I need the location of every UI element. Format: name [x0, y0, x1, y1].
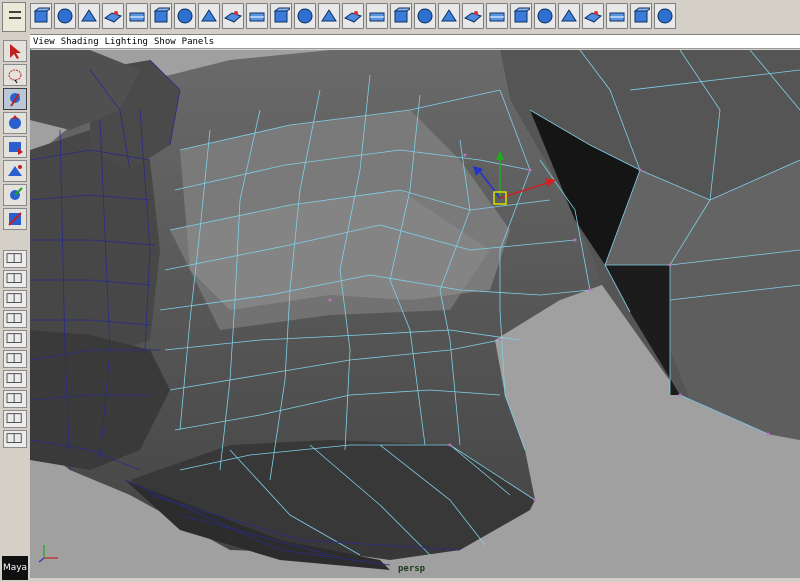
- scale-tool-icon[interactable]: [3, 160, 27, 182]
- menu-show[interactable]: Show: [154, 35, 176, 48]
- single-pane-layout-icon[interactable]: [3, 250, 27, 268]
- perspective-viewport[interactable]: persp: [30, 50, 800, 580]
- extrude-face-icon[interactable]: [270, 3, 292, 29]
- checker-map-icon[interactable]: [582, 3, 604, 29]
- separate-icon[interactable]: [198, 3, 220, 29]
- shelf-toolbar: [0, 0, 800, 35]
- bevel-icon[interactable]: [390, 3, 412, 29]
- menu-panels[interactable]: Panels: [182, 35, 215, 48]
- four-pane-layout-icon[interactable]: [3, 270, 27, 288]
- fill-hole-icon[interactable]: [534, 3, 556, 29]
- paint-select-tool-icon[interactable]: [3, 88, 27, 110]
- cut-faces-icon[interactable]: [342, 3, 364, 29]
- script-editor-icon[interactable]: [3, 310, 27, 328]
- extrude-edge-icon[interactable]: [294, 3, 316, 29]
- hypershade-layout-icon[interactable]: [3, 370, 27, 388]
- boolean-icon[interactable]: [222, 3, 244, 29]
- menu-view[interactable]: View: [33, 35, 55, 48]
- shelf-tab-grip[interactable]: [2, 2, 26, 32]
- merge-icon[interactable]: [438, 3, 460, 29]
- rotate-tool-icon[interactable]: [3, 136, 27, 158]
- mirror-icon[interactable]: [558, 3, 580, 29]
- manipulator-tool-icon[interactable]: [3, 184, 27, 206]
- axis-indicator-icon: [38, 545, 58, 563]
- polygon-cylinder-icon[interactable]: [78, 3, 100, 29]
- uv-checker-icon[interactable]: [630, 3, 652, 29]
- camera-label: persp: [398, 564, 426, 574]
- polygon-plane-icon[interactable]: [126, 3, 148, 29]
- combine-icon[interactable]: [174, 3, 196, 29]
- uv-layout-icon[interactable]: [654, 3, 676, 29]
- expand-toolbox-icon[interactable]: [3, 430, 27, 448]
- append-polygon-icon[interactable]: [486, 3, 508, 29]
- menu-shading[interactable]: Shading: [61, 35, 99, 48]
- polygon-cone-icon[interactable]: [102, 3, 124, 29]
- move-tool-icon[interactable]: [3, 112, 27, 134]
- checker-map-alt-icon[interactable]: [606, 3, 628, 29]
- split-polygon-icon[interactable]: [318, 3, 340, 29]
- persp-graph-layout-icon[interactable]: [3, 390, 27, 408]
- last-tool-icon[interactable]: [3, 208, 27, 230]
- render-view-layout-icon[interactable]: [3, 410, 27, 428]
- menu-lighting[interactable]: Lighting: [105, 35, 148, 48]
- bridge-icon[interactable]: [510, 3, 532, 29]
- wedge-icon[interactable]: [366, 3, 388, 29]
- maya-logo: Maya: [2, 556, 28, 580]
- two-pane-stacked-layout-icon[interactable]: [3, 330, 27, 348]
- poke-icon[interactable]: [414, 3, 436, 29]
- polygon-cube-icon[interactable]: [30, 3, 52, 29]
- select-tool-icon[interactable]: [3, 40, 27, 62]
- smooth-proxy-icon[interactable]: [246, 3, 268, 29]
- delete-edge-icon[interactable]: [462, 3, 484, 29]
- status-strip: [30, 578, 800, 582]
- two-pane-side-layout-icon[interactable]: [3, 290, 27, 308]
- polygon-torus-icon[interactable]: [150, 3, 172, 29]
- polygon-sphere-icon[interactable]: [54, 3, 76, 29]
- toolbox: [0, 34, 31, 582]
- polygon-mesh[interactable]: [30, 50, 800, 580]
- outliner-layout-icon[interactable]: [3, 350, 27, 368]
- shelf-icons: [30, 3, 676, 31]
- panel-menu-bar: View Shading Lighting Show Panels: [30, 35, 800, 49]
- lasso-tool-icon[interactable]: [3, 64, 27, 86]
